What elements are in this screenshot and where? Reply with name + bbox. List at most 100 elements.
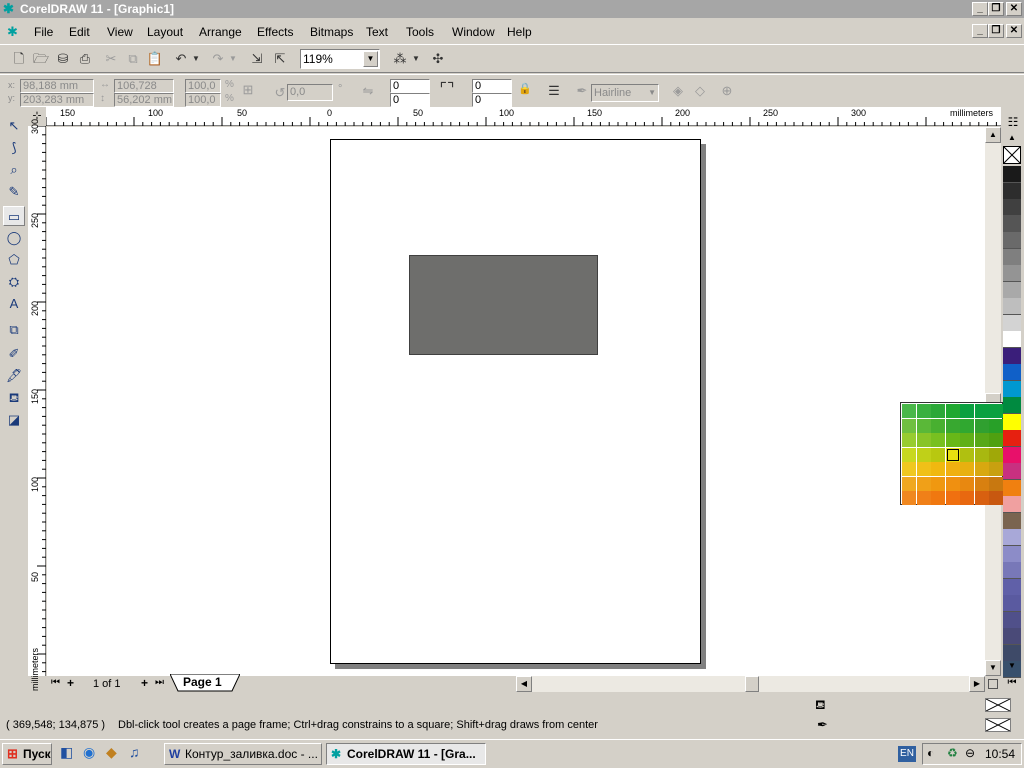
palette-swatch[interactable]: [1003, 628, 1021, 645]
horizontal-ruler[interactable]: 150 100 50 0 50 100 150 200 250 300 mill…: [46, 107, 1001, 126]
scroll-right-icon[interactable]: ▶: [969, 676, 985, 692]
lock-ratio-icon[interactable]: ⊞: [238, 80, 258, 100]
palette-swatch[interactable]: [1003, 331, 1021, 348]
popup-color-cell[interactable]: [960, 418, 974, 433]
palette-swatch[interactable]: [1003, 479, 1021, 497]
popup-color-cell[interactable]: [974, 462, 989, 476]
menu-help[interactable]: Help: [507, 25, 532, 39]
copy-icon[interactable]: ⧉: [123, 49, 143, 69]
fill-tool-icon[interactable]: ⛾: [3, 388, 25, 408]
scroll-left-icon[interactable]: ◀: [516, 676, 532, 692]
popup-color-cell[interactable]: [989, 418, 1003, 433]
drawing-canvas[interactable]: [47, 127, 985, 676]
palette-expand-icon[interactable]: ⏮: [1003, 676, 1021, 690]
restore-button[interactable]: ❐: [988, 2, 1004, 16]
corel-online-icon[interactable]: ✣: [428, 49, 448, 69]
popup-color-cell[interactable]: [960, 447, 974, 462]
popup-color-cell[interactable]: [945, 433, 960, 447]
popup-color-cell[interactable]: [945, 491, 960, 505]
x-position-field[interactable]: 98,188 mm: [20, 79, 94, 93]
palette-swatch[interactable]: [1003, 413, 1021, 431]
close-button[interactable]: ✕: [1006, 2, 1022, 16]
polygon-tool-icon[interactable]: ⬠: [3, 250, 25, 270]
menu-window[interactable]: Window: [452, 25, 495, 39]
popup-color-cell[interactable]: [902, 418, 916, 433]
popup-color-cell[interactable]: [916, 418, 931, 433]
tray-network-icon[interactable]: ♻: [947, 746, 958, 760]
popup-color-cell[interactable]: [931, 462, 945, 476]
taskbar-word-document[interactable]: W Контур_заливка.doc - ...: [164, 743, 322, 765]
palette-swatch[interactable]: [1003, 545, 1021, 563]
doc-close-button[interactable]: ✕: [1006, 24, 1022, 38]
popup-color-cell[interactable]: [989, 404, 1003, 418]
palette-swatch[interactable]: [1003, 298, 1021, 315]
quicklaunch-browser-icon[interactable]: ◉: [83, 744, 95, 761]
doc-restore-button[interactable]: ❐: [988, 24, 1004, 38]
application-launcher-icon[interactable]: ⁂: [390, 49, 410, 69]
zoom-level-select[interactable]: 119% ▼: [300, 49, 380, 69]
menu-tools[interactable]: Tools: [406, 25, 434, 39]
popup-color-cell[interactable]: [902, 447, 916, 462]
menu-file[interactable]: File: [34, 25, 53, 39]
popup-color-cell[interactable]: [960, 462, 974, 476]
palette-swatch[interactable]: [1003, 199, 1021, 216]
palette-swatch[interactable]: [1003, 166, 1021, 183]
scale-width-field[interactable]: 100,0: [185, 79, 221, 93]
convert-to-curves-icon[interactable]: ⊕: [717, 81, 737, 101]
minimize-button[interactable]: _: [972, 2, 988, 16]
document-icon[interactable]: ✱: [7, 24, 18, 40]
scroll-up-icon[interactable]: ▲: [985, 127, 1001, 143]
drawing-page[interactable]: [330, 139, 701, 664]
interactive-fill-tool-icon[interactable]: ◪: [3, 410, 25, 430]
menu-layout[interactable]: Layout: [147, 25, 183, 39]
palette-swatch[interactable]: [1003, 314, 1021, 332]
popup-color-cell[interactable]: [931, 491, 945, 505]
popup-color-cell[interactable]: [989, 476, 1003, 491]
tray-status-icon[interactable]: ⊖: [965, 746, 975, 760]
popup-color-cell[interactable]: [974, 447, 989, 462]
new-document-icon[interactable]: 🗋: [9, 49, 29, 69]
popup-color-cell[interactable]: [916, 476, 931, 491]
scale-height-field[interactable]: 100,0: [185, 93, 221, 107]
gray-rectangle-object[interactable]: [409, 255, 598, 355]
popup-color-cell[interactable]: [902, 433, 916, 447]
palette-swatch[interactable]: [1003, 595, 1021, 612]
popup-color-cell[interactable]: [916, 462, 931, 476]
outline-none-swatch[interactable]: [985, 718, 1011, 732]
popup-color-cell[interactable]: [960, 491, 974, 505]
popup-color-cell[interactable]: [945, 404, 960, 418]
y-position-field[interactable]: 203,283 mm: [20, 93, 94, 107]
export-icon[interactable]: ⇱: [270, 49, 290, 69]
menu-text[interactable]: Text: [366, 25, 388, 39]
taskbar-coreldraw[interactable]: ✱ CorelDRAW 11 - [Gra...: [326, 743, 486, 765]
quicklaunch-desktop-icon[interactable]: ◧: [60, 744, 73, 761]
quicklaunch-media-icon[interactable]: ♫: [129, 744, 140, 760]
paste-icon[interactable]: 📋: [145, 49, 165, 69]
import-icon[interactable]: ⇲: [247, 49, 267, 69]
mirror-icon[interactable]: ⇋: [358, 81, 378, 101]
horizontal-scrollbar[interactable]: ◀ ▶: [516, 676, 985, 692]
round-corners-together-lock-icon[interactable]: 🔒: [515, 79, 535, 99]
eyedropper-tool-icon[interactable]: ✐: [3, 344, 25, 364]
print-icon[interactable]: ⎙: [75, 49, 95, 69]
corner-roundness-top-left[interactable]: 0: [390, 79, 430, 93]
popup-color-cell[interactable]: [974, 418, 989, 433]
zoom-dropdown-icon[interactable]: ▼: [363, 51, 378, 67]
palette-swatch[interactable]: [1003, 496, 1021, 513]
popup-color-cell[interactable]: [989, 433, 1003, 447]
vertical-ruler[interactable]: 300 250 200 150 100 50 millimeters: [28, 119, 46, 691]
wrap-paragraph-text-icon[interactable]: ☰: [544, 81, 564, 101]
menu-edit[interactable]: Edit: [69, 25, 90, 39]
palette-swatch[interactable]: [1003, 512, 1021, 530]
text-tool-icon[interactable]: A: [3, 294, 25, 314]
palette-swatch[interactable]: [1003, 397, 1021, 414]
first-page-icon[interactable]: ⏮: [51, 677, 60, 688]
launcher-dropdown-icon[interactable]: ▼: [410, 49, 422, 69]
undo-icon[interactable]: ↶: [171, 49, 191, 69]
popup-color-cell[interactable]: [931, 433, 945, 447]
basic-shapes-tool-icon[interactable]: ⛭: [3, 272, 25, 292]
popup-color-cell[interactable]: [902, 491, 916, 505]
popup-color-cell[interactable]: [916, 491, 931, 505]
width-field[interactable]: 106,728 mm: [114, 79, 174, 105]
zoom-tool-icon[interactable]: ⌕: [3, 160, 25, 180]
